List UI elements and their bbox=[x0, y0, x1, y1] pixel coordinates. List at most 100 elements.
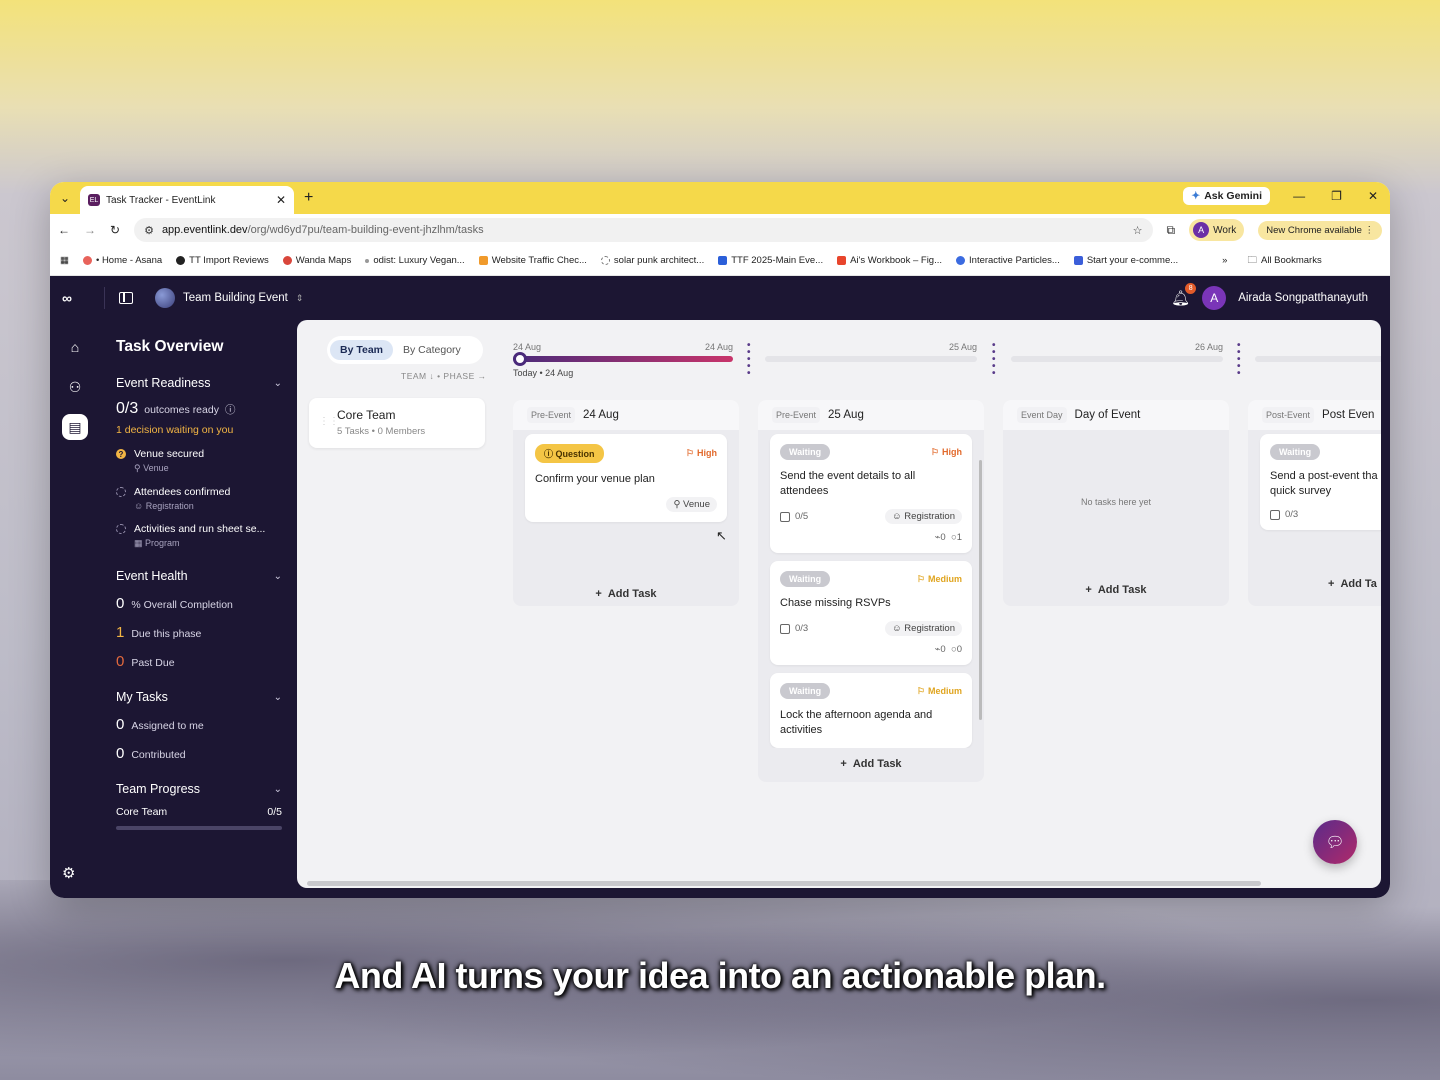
add-task-button[interactable]: + Add Task bbox=[758, 748, 984, 780]
toggle-sidebar-icon[interactable] bbox=[119, 292, 133, 304]
plus-icon: + bbox=[1085, 584, 1092, 596]
flag-icon: ⚐ bbox=[930, 446, 939, 457]
extensions-icon[interactable]: ⧉ bbox=[1167, 223, 1176, 238]
tab-task-tracker[interactable]: EL Task Tracker - EventLink ✕ bbox=[80, 186, 294, 214]
column-scrollbar[interactable] bbox=[979, 460, 982, 720]
url-domain: app.eventlink.dev bbox=[161, 224, 248, 236]
close-tab-icon[interactable]: ✕ bbox=[276, 193, 286, 207]
task-card[interactable]: Waiting Send a post-event tha quick surv… bbox=[1260, 434, 1381, 530]
add-task-button[interactable]: + Add Ta bbox=[1248, 568, 1381, 600]
toggle-by-team[interactable]: By Team bbox=[330, 340, 393, 360]
comment-count: 0 bbox=[956, 644, 962, 655]
chrome-update-button[interactable]: New Chrome available ⋮ bbox=[1258, 220, 1382, 240]
all-bookmarks-button[interactable]: 🗀 All Bookmarks bbox=[1247, 253, 1321, 269]
plus-icon: + bbox=[1328, 578, 1335, 590]
ask-gemini-button[interactable]: ✦ Ask Gemini bbox=[1183, 187, 1270, 205]
bookmark-item[interactable]: solar punk architect... bbox=[600, 255, 704, 266]
timeline-segment: 24 Aug 24 Aug Today • 24 Aug bbox=[513, 342, 733, 378]
bookmark-item[interactable]: Start your e-comme... bbox=[1073, 255, 1178, 266]
phase-divider-handle[interactable]: • • • • • bbox=[747, 341, 751, 379]
chrome-update-label: New Chrome available bbox=[1266, 224, 1362, 236]
bookmark-item[interactable]: Wanda Maps bbox=[282, 255, 351, 266]
team-progress-header[interactable]: Team Progress ⌄ bbox=[116, 782, 282, 796]
chevron-down-icon: ⌄ bbox=[273, 570, 282, 582]
add-task-label: Add Ta bbox=[1340, 578, 1377, 590]
readiness-item[interactable]: ? Venue secured ⚲ Venue bbox=[116, 448, 282, 474]
tasks-clipboard-icon[interactable]: ▤ bbox=[62, 414, 88, 440]
toggle-by-category[interactable]: By Category bbox=[393, 340, 471, 360]
readiness-item[interactable]: Attendees confirmed ☺ Registration bbox=[116, 486, 282, 511]
reload-icon[interactable]: ↻ bbox=[110, 223, 120, 237]
question-icon: ? bbox=[116, 449, 126, 459]
eventlink-logo-icon[interactable]: ∞ bbox=[62, 290, 90, 306]
icon-rail: ⌂ ⚇ ▤ ⚙ bbox=[50, 320, 100, 898]
phase-divider-handle[interactable]: • • • • • bbox=[1237, 341, 1241, 379]
event-readiness-header[interactable]: Event Readiness ⌄ bbox=[116, 376, 282, 390]
task-card[interactable]: Waiting ⚐ Medium Chase missing RSVPs 0/3 ☺ … bbox=[770, 561, 972, 665]
my-tasks-header[interactable]: My Tasks ⌄ bbox=[116, 690, 282, 704]
timeline-today-knob[interactable] bbox=[513, 352, 527, 366]
category-label: Registration bbox=[904, 623, 955, 634]
bookmark-item[interactable]: • Home - Asana bbox=[82, 255, 162, 266]
priority-text: Medium bbox=[927, 685, 962, 696]
checkbox-icon[interactable] bbox=[780, 623, 790, 634]
phase-column: Pre-Event 24 Aug ⓘ Question ⚐ High Confirm … bbox=[513, 400, 739, 606]
home-icon[interactable]: ⌂ bbox=[62, 334, 88, 360]
person-icon: ☺ bbox=[891, 623, 902, 634]
new-tab-icon[interactable]: + bbox=[304, 189, 313, 207]
task-card[interactable]: Waiting ⚐ Medium Lock the afternoon agenda… bbox=[770, 673, 972, 748]
task-title: Send a post-event tha quick survey bbox=[1270, 470, 1378, 497]
bookmark-item[interactable]: odist: Luxury Vegan... bbox=[365, 255, 465, 266]
restore-icon[interactable]: ❐ bbox=[1331, 189, 1342, 203]
bookmark-item[interactable]: TT Import Reviews bbox=[176, 255, 269, 266]
minimize-icon[interactable]: — bbox=[1293, 189, 1305, 203]
address-bar[interactable]: ⚙ app.eventlink.dev/org/wd6yd7pu/team-bu… bbox=[134, 218, 1153, 242]
drag-handle-icon[interactable]: ⋮⋮ bbox=[319, 416, 339, 427]
switch-chevron-icon: ⇕ bbox=[295, 292, 304, 303]
add-task-button[interactable]: + Add Task bbox=[513, 578, 739, 610]
event-health-header[interactable]: Event Health ⌄ bbox=[116, 569, 282, 583]
status-badge: Waiting bbox=[780, 571, 831, 587]
site-settings-icon[interactable]: ⚙ bbox=[144, 224, 154, 237]
bookmark-item[interactable]: Ai's Workbook – Fig... bbox=[837, 255, 942, 266]
task-card[interactable]: Waiting ⚐ High Send the event details to a… bbox=[770, 434, 972, 553]
video-caption: And AI turns your idea into an actionabl… bbox=[334, 955, 1106, 996]
close-window-icon[interactable]: ✕ bbox=[1368, 189, 1378, 203]
phase-column: Post-Event Post Even Waiting Send a post-… bbox=[1248, 400, 1381, 606]
user-avatar[interactable]: A bbox=[1202, 286, 1227, 310]
add-task-button[interactable]: + Add Task bbox=[1003, 574, 1229, 606]
decision-warning[interactable]: 1 decision waiting on you bbox=[116, 424, 282, 436]
tab-search-chevron-icon[interactable]: ⌄ bbox=[50, 191, 80, 205]
notifications-bell-icon[interactable]: 🔔︎ 8 bbox=[1171, 283, 1197, 307]
bookmark-item[interactable]: TTF 2025-Main Eve... bbox=[718, 255, 823, 266]
settings-gear-icon[interactable]: ⚙ bbox=[62, 864, 75, 882]
profile-button[interactable]: A Work bbox=[1189, 219, 1245, 241]
timeline-today: Today • 24 Aug bbox=[513, 368, 574, 378]
checkbox-icon[interactable] bbox=[780, 511, 790, 522]
timeline-bar bbox=[765, 356, 977, 362]
bookmark-item[interactable]: Website Traffic Chec... bbox=[478, 255, 587, 266]
board-horizontal-scrollbar[interactable] bbox=[307, 881, 1261, 886]
forward-icon[interactable]: → bbox=[84, 223, 96, 237]
bookmark-label: TT Import Reviews bbox=[189, 255, 269, 266]
readiness-item-sub: Venue bbox=[143, 463, 169, 473]
phase-divider-handle[interactable]: • • • • • bbox=[992, 341, 996, 379]
task-card[interactable]: ⓘ Question ⚐ High Confirm your venue plan … bbox=[525, 434, 727, 522]
apps-grid-icon[interactable]: ▦ bbox=[60, 255, 69, 266]
team-icon[interactable]: ⚇ bbox=[62, 374, 88, 400]
bookmark-label: Ai's Workbook – Fig... bbox=[850, 255, 943, 266]
team-card[interactable]: ⋮⋮ Core Team 5 Tasks • 0 Members bbox=[309, 398, 485, 448]
status-label: Question bbox=[555, 449, 595, 459]
readiness-item[interactable]: Activities and run sheet se... ▦ Program bbox=[116, 523, 282, 549]
back-icon[interactable]: ← bbox=[58, 223, 70, 237]
team-progress-bar bbox=[116, 826, 282, 830]
info-icon[interactable]: ⓘ bbox=[225, 402, 236, 417]
event-switcher[interactable]: Team Building Event ⇕ bbox=[155, 288, 303, 308]
column-date: Day of Event bbox=[1074, 409, 1141, 421]
chat-assistant-button[interactable]: 💬︎ bbox=[1313, 820, 1357, 864]
more-bookmarks-icon[interactable]: » bbox=[1222, 255, 1227, 266]
user-name[interactable]: Airada Songpatthanayuth bbox=[1238, 292, 1368, 304]
bookmark-star-icon[interactable]: ☆ bbox=[1133, 224, 1143, 237]
checkbox-icon[interactable] bbox=[1270, 509, 1280, 520]
bookmark-item[interactable]: Interactive Particles... bbox=[956, 255, 1060, 266]
